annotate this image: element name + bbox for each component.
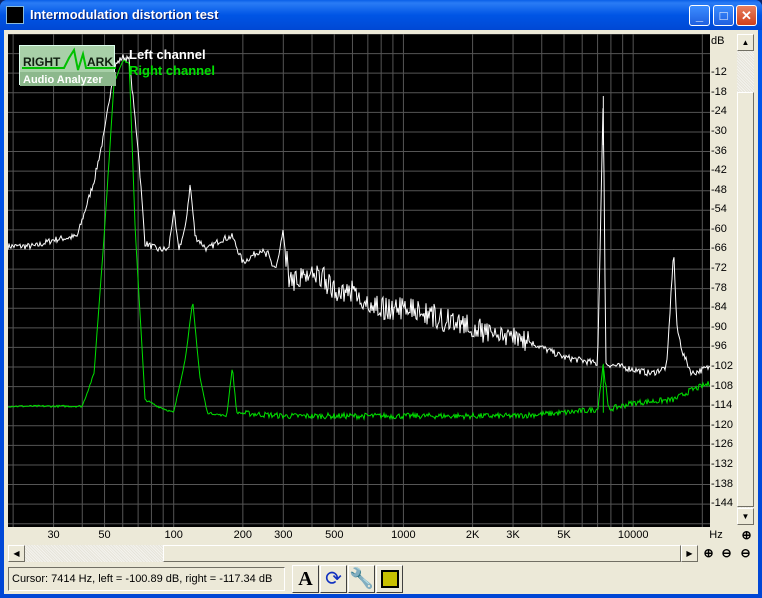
scroll-down-button[interactable]: ▼ [737,508,754,525]
y-tick-label: -132 [711,457,734,470]
vertical-scrollbar[interactable]: ▲ ▼ [737,34,754,525]
y-tick-label: -90 [711,320,727,333]
y-tick-label: -102 [711,360,734,373]
zoom-out-icon[interactable]: ⊖ [718,545,735,562]
y-tick-label: -144 [711,497,734,510]
x-tick-label: 5K [557,529,571,541]
y-tick-label: -18 [711,85,727,98]
x-tick-label: 500 [325,529,344,541]
x-tick-label: 50 [98,529,111,541]
font-button[interactable]: A [292,565,319,593]
x-tick-label: 100 [164,529,183,541]
minimize-button[interactable]: _ [689,5,710,26]
cursor-status: Cursor: 7414 Hz, left = -100.89 dB, righ… [8,567,285,591]
refresh-icon[interactable]: ⟳ [320,565,347,593]
y-tick-label: -24 [711,105,727,118]
vertical-scroll-thumb[interactable] [737,92,754,507]
x-tick-label: 200 [233,529,253,541]
maximize-button[interactable]: □ [713,5,734,26]
x-tick-label: 3K [506,529,520,541]
zoom-in-icon[interactable]: ⊕ [700,545,717,562]
scroll-left-button[interactable]: ◀ [8,545,25,562]
y-tick-label: -66 [711,242,727,255]
x-tick-label: 2K [465,529,480,541]
y-tick-label: -60 [711,222,727,235]
y-tick-label: -120 [711,418,734,431]
x-tick-label: 1000 [391,529,416,541]
y-tick-label: -84 [711,301,727,314]
y-tick-label: -42 [711,164,727,177]
window-title: Intermodulation distortion test [30,7,219,22]
y-tick-label: -114 [711,399,733,412]
svg-text:Audio Analyzer: Audio Analyzer [23,74,103,86]
y-tick-label: -96 [711,340,727,353]
rightmark-logo: RIGHT ARK Audio Analyzer [19,45,116,86]
legend-left-channel: Left channel [129,47,206,62]
close-button[interactable]: ✕ [736,5,757,26]
spectrum-plot[interactable] [8,34,710,527]
y-tick-label: -78 [711,281,727,294]
title-bar: Intermodulation distortion test _ □ ✕ [0,0,762,30]
scroll-right-button[interactable]: ▶ [681,545,698,562]
y-tick-label: -72 [711,262,727,275]
x-tick-label: 300 [274,529,293,541]
app-icon [6,6,24,24]
svg-text:ARK: ARK [87,55,113,69]
y-tick-label: -54 [711,203,727,216]
y-tick-label: -12 [711,66,727,79]
y-tick-label: -30 [711,124,727,137]
y-tick-label: -108 [711,379,734,392]
x-tick-label: 10000 [617,529,649,541]
settings-wrench-icon[interactable]: 🔧 [348,565,375,593]
legend-right-channel: Right channel [129,63,215,78]
horizontal-scroll-thumb[interactable] [163,545,681,562]
zoom-reset-icon[interactable]: ⊖ [737,545,754,562]
zoom-in-vertical-icon[interactable]: ⊕ [738,527,755,544]
y-tick-label: -48 [711,183,727,196]
y-tick-label: -36 [711,144,727,157]
x-tick-label: 30 [47,529,60,541]
svg-text:RIGHT: RIGHT [23,55,61,69]
save-disk-icon[interactable] [376,565,403,593]
y-unit-label: dB [711,35,725,47]
scroll-up-button[interactable]: ▲ [737,34,754,51]
horizontal-scrollbar[interactable]: ◀ ▶ [8,545,698,562]
y-tick-label: -138 [711,477,734,490]
x-unit-label: Hz [709,529,723,541]
y-tick-label: -126 [711,438,734,451]
